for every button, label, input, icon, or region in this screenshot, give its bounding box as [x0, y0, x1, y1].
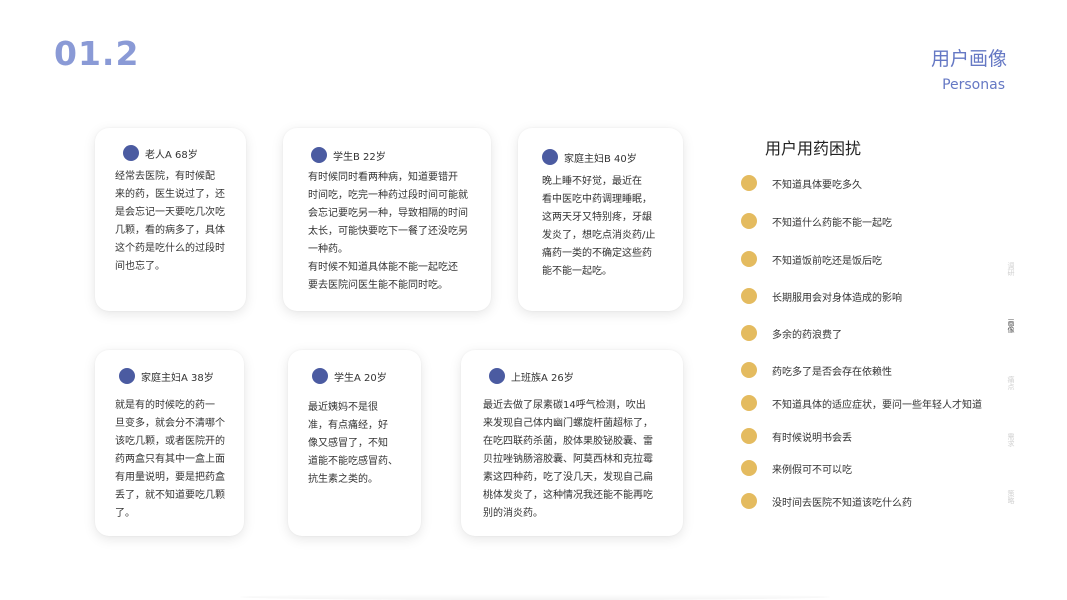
worry-label: 有时候说明书会丢 [772, 432, 852, 444]
persona-name: 老人A 68岁 [145, 149, 198, 161]
persona-header: 老人A 68岁 [123, 145, 198, 161]
persona-name: 学生B 22岁 [333, 151, 386, 163]
worry-item: 来例假可不可以吃 [741, 460, 852, 476]
worries-title: 用户用药困扰 [765, 139, 862, 158]
worry-label: 多余的药浪费了 [772, 329, 842, 341]
worry-label: 不知道具体要吃多久 [772, 179, 862, 191]
bullet-dot-icon [741, 213, 757, 229]
avatar-dot-icon [542, 149, 558, 165]
bullet-dot-icon [741, 493, 757, 509]
side-nav: 调研 画像 痛点 需求 策略 [1004, 262, 1018, 547]
worry-item: 不知道具体的适应症状，要问一些年轻人才知道 [741, 395, 982, 411]
persona-card: 学生B 22岁 有时候同时看两种病，知道要错开 时间吃，吃完一种药过段时间可能就… [283, 128, 491, 311]
worry-item: 药吃多了是否会存在依赖性 [741, 362, 892, 378]
page-subtitle: Personas [942, 77, 1005, 93]
persona-name: 家庭主妇B 40岁 [564, 153, 637, 165]
worry-label: 不知道什么药能不能一起吃 [772, 217, 892, 229]
persona-quote: 经常去医院，有时候配 来的药，医生说过了，还 是会忘记一天要吃几次吃 几颗，看的… [115, 171, 225, 272]
persona-header: 家庭主妇B 40岁 [542, 149, 637, 165]
persona-card: 家庭主妇B 40岁 晚上睡不好觉，最近在 看中医吃中药调理睡眠， 这两天牙又特别… [518, 128, 683, 311]
worry-label: 不知道具体的适应症状，要问一些年轻人才知道 [772, 399, 982, 411]
persona-quote: 就是有的时候吃的药一 旦变多，就会分不清哪个 该吃几颗，或者医院开的 药两盒只有… [115, 400, 225, 519]
side-nav-item-research[interactable]: 调研 [1004, 262, 1018, 288]
bullet-dot-icon [741, 175, 757, 191]
page-title: 用户画像 [930, 48, 1007, 70]
worry-item: 不知道具体要吃多久 [741, 175, 862, 191]
persona-quote: 最近去做了尿素碳14呼气检测，吹出 来发现自己体内幽门螺旋杆菌超标了， 在吃四联… [483, 400, 653, 519]
persona-name: 上班族A 26岁 [511, 372, 574, 384]
worry-label: 长期服用会对身体造成的影响 [772, 292, 902, 304]
persona-card: 学生A 20岁 最近姨妈不是很 准，有点痛经，好 像又感冒了，不知 道能不能吃感… [288, 350, 421, 536]
bullet-dot-icon [741, 288, 757, 304]
bullet-dot-icon [741, 362, 757, 378]
section-number: 01.2 [54, 34, 140, 73]
persona-quote: 晚上睡不好觉，最近在 看中医吃中药调理睡眠， 这两天牙又特别疼，牙龈 发炎了，想… [542, 176, 656, 277]
side-nav-item-personas[interactable]: 画像 [1004, 319, 1018, 345]
worry-item: 不知道饭前吃还是饭后吃 [741, 251, 882, 267]
worry-label: 不知道饭前吃还是饭后吃 [772, 255, 882, 267]
worry-label: 来例假可不可以吃 [772, 464, 852, 476]
side-nav-item-pain-points[interactable]: 痛点 [1004, 376, 1018, 402]
avatar-dot-icon [489, 368, 505, 384]
persona-card: 家庭主妇A 38岁 就是有的时候吃的药一 旦变多，就会分不清哪个 该吃几颗，或者… [95, 350, 244, 536]
bullet-dot-icon [741, 251, 757, 267]
avatar-dot-icon [311, 147, 327, 163]
side-nav-item-needs[interactable]: 需求 [1004, 433, 1018, 459]
bullet-dot-icon [741, 395, 757, 411]
worry-item: 没时间去医院不知道该吃什么药 [741, 493, 912, 509]
worry-item: 多余的药浪费了 [741, 325, 842, 341]
worry-item: 长期服用会对身体造成的影响 [741, 288, 902, 304]
persona-name: 家庭主妇A 38岁 [141, 372, 214, 384]
worry-label: 药吃多了是否会存在依赖性 [772, 366, 892, 378]
persona-quote: 最近姨妈不是很 准，有点痛经，好 像又感冒了，不知 道能不能吃感冒药、 抗生素之… [308, 402, 398, 485]
persona-card: 老人A 68岁 经常去医院，有时候配 来的药，医生说过了，还 是会忘记一天要吃几… [95, 128, 246, 311]
bottom-shadow-divider [240, 594, 830, 600]
persona-header: 学生B 22岁 [311, 147, 386, 163]
persona-header: 家庭主妇A 38岁 [119, 368, 214, 384]
worry-item: 不知道什么药能不能一起吃 [741, 213, 892, 229]
side-nav-item-strategy[interactable]: 策略 [1004, 490, 1018, 516]
bullet-dot-icon [741, 325, 757, 341]
persona-header: 学生A 20岁 [312, 368, 387, 384]
persona-header: 上班族A 26岁 [489, 368, 574, 384]
avatar-dot-icon [312, 368, 328, 384]
avatar-dot-icon [123, 145, 139, 161]
bullet-dot-icon [741, 428, 757, 444]
bullet-dot-icon [741, 460, 757, 476]
worry-label: 没时间去医院不知道该吃什么药 [772, 497, 912, 509]
persona-card: 上班族A 26岁 最近去做了尿素碳14呼气检测，吹出 来发现自己体内幽门螺旋杆菌… [461, 350, 683, 536]
worry-item: 有时候说明书会丢 [741, 428, 852, 444]
persona-name: 学生A 20岁 [334, 372, 387, 384]
persona-quote: 有时候同时看两种病，知道要错开 时间吃，吃完一种药过段时间可能就 会忘记要吃另一… [308, 172, 468, 291]
avatar-dot-icon [119, 368, 135, 384]
